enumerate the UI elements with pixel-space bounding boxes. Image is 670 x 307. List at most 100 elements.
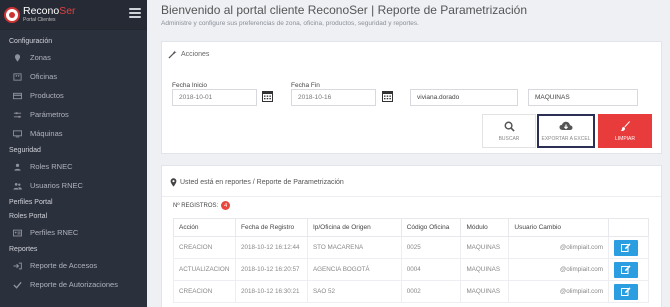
- report-panel: Usted está en reportes / Reporte de Para…: [161, 165, 662, 307]
- sidebar-section-title: Seguridad: [9, 147, 41, 154]
- edit-button[interactable]: [613, 283, 638, 300]
- check-icon: [12, 281, 22, 289]
- table-cell: 0025: [400, 236, 462, 259]
- sidebar-item-label: Roles RNEC: [30, 162, 73, 171]
- brand-name: ReconoSer: [23, 5, 76, 18]
- sidebar-item[interactable]: Roles RNEC: [0, 157, 147, 176]
- column-header: Módulo: [460, 218, 510, 237]
- sidebar-section-title: Configuración: [9, 38, 53, 45]
- acciones-title: Acciones: [181, 51, 210, 58]
- usuario-input[interactable]: viviana.dorado: [410, 89, 518, 106]
- table-cell: CREACION: [173, 280, 236, 303]
- edit-icon: [620, 287, 631, 296]
- sidebar-item-label: Reporte de Autorizaciones: [30, 280, 118, 289]
- table-cell: MAQUINAS: [460, 236, 510, 259]
- column-header: Código Oficina: [400, 218, 462, 237]
- table-cell: [607, 236, 650, 259]
- sidebar-item[interactable]: Reporte de Autorizaciones: [0, 275, 147, 294]
- sidebar-nav: Configuración Zonas Oficinas Productos Parám…: [0, 30, 147, 294]
- exportar-excel-button[interactable]: EXPORTAR A EXCEL: [537, 114, 595, 148]
- table-cell: SAO 52: [306, 280, 402, 303]
- table-cell: [607, 258, 650, 281]
- table-body: CREACION 2018-10-12 16:12:44 STO MACARENA 0…: [173, 236, 650, 303]
- table-cell: @olimpiait.com: [508, 236, 609, 259]
- sidebar-item[interactable]: Oficinas: [0, 67, 147, 86]
- brand[interactable]: ReconoSer Portal Clientes: [0, 0, 147, 30]
- sign-in-icon: [12, 262, 22, 270]
- edit-icon: [620, 265, 631, 274]
- calendar-icon[interactable]: [262, 90, 273, 102]
- building-icon: [12, 72, 22, 81]
- table-row: CREACION 2018-10-12 16:30:21 SAO 52 0002 MAQ…: [173, 280, 650, 303]
- sidebar-section-title[interactable]: Perfiles Portal: [0, 195, 147, 209]
- calendar-icon[interactable]: [382, 90, 393, 102]
- monitor-icon: [12, 129, 22, 138]
- table-cell: [607, 280, 650, 303]
- report-table: Acción Fecha de Registro Ip/Oficina de Ori…: [173, 218, 650, 303]
- sliders-icon: [12, 111, 22, 119]
- sidebar-section-title: Reportes: [9, 246, 38, 253]
- sidebar-item-label: Oficinas: [30, 72, 58, 81]
- page-title: Bienvenido al portal cliente ReconoSer |…: [161, 3, 527, 17]
- edit-icon: [620, 243, 631, 252]
- sidebar-item-label: Productos: [30, 91, 64, 100]
- buscar-button[interactable]: BUSCAR: [482, 114, 536, 148]
- cloud-download-icon: [559, 121, 573, 130]
- table-cell: AGENCIA BOGOTÁ: [306, 258, 402, 281]
- table-header-row: Acción Fecha de Registro Ip/Oficina de Ori…: [173, 218, 650, 237]
- menu-toggle-icon[interactable]: [129, 8, 141, 18]
- sidebar-item-label: Reporte de Accesos: [30, 261, 98, 270]
- fecha-fin-input[interactable]: 2018-10-16: [291, 89, 376, 106]
- user-icon: [12, 163, 22, 171]
- table-cell: MAQUINAS: [460, 280, 510, 303]
- sidebar-item-label: Usuarios RNEC: [30, 181, 83, 190]
- edit-button[interactable]: [613, 239, 638, 256]
- users-icon: [12, 182, 22, 190]
- card-icon: [12, 92, 22, 100]
- registros-count: Nº REGISTROS: 4: [173, 201, 231, 210]
- fecha-fin-label: Fecha Fin: [291, 82, 320, 89]
- sidebar-section-title: Roles Portal: [9, 213, 48, 220]
- sidebar-item[interactable]: Zonas: [0, 48, 147, 67]
- table-cell: CREACION: [173, 236, 236, 259]
- table-row: CREACION 2018-10-12 16:12:44 STO MACARENA 0…: [173, 236, 650, 259]
- paint-brush-icon: [620, 120, 630, 131]
- id-card-icon: [12, 229, 22, 237]
- brand-subtitle: Portal Clientes: [23, 16, 56, 23]
- page-subtitle: Administre y configure sus preferencias …: [161, 20, 419, 27]
- table-cell: 2018-10-12 16:20:57: [234, 258, 308, 281]
- report-breadcrumb: Usted está en reportes / Reporte de Para…: [180, 179, 344, 186]
- column-header: Ip/Oficina de Origen: [306, 218, 402, 237]
- limpiar-button[interactable]: LIMPIAR: [598, 114, 652, 148]
- map-marker-icon: [12, 53, 22, 62]
- fecha-inicio-input[interactable]: 2018-10-01: [172, 89, 257, 106]
- sidebar-item-label: Zonas: [30, 53, 51, 62]
- map-marker-icon: [170, 178, 177, 187]
- table-cell: 2018-10-12 16:12:44: [234, 236, 308, 259]
- column-header: [607, 218, 650, 237]
- sidebar-item[interactable]: Usuarios RNEC: [0, 176, 147, 195]
- table-cell: MAQUINAS: [460, 258, 510, 281]
- table-cell: @olimpiait.com: [508, 280, 609, 303]
- table-cell: STO MACARENA: [306, 236, 402, 259]
- divider: [162, 196, 661, 197]
- table-cell: 0004: [400, 258, 462, 281]
- modulo-input[interactable]: MAQUINAS: [528, 89, 638, 106]
- edit-button[interactable]: [613, 261, 638, 278]
- search-icon: [504, 121, 515, 132]
- sidebar-item[interactable]: Reporte de Accesos: [0, 256, 147, 275]
- sidebar-item[interactable]: Parámetros: [0, 105, 147, 124]
- fecha-inicio-label: Fecha Inicio: [172, 82, 208, 89]
- reconoser-logo-icon: [4, 6, 20, 23]
- sidebar: ReconoSer Portal Clientes Configuración Z…: [0, 0, 147, 307]
- sidebar-item[interactable]: Máquinas: [0, 124, 147, 143]
- column-header: Acción: [173, 218, 236, 237]
- sidebar-item[interactable]: Perfiles RNEC: [0, 223, 147, 242]
- table-row: ACTUALIZACION 2018-10-12 16:20:57 AGENCIA …: [173, 258, 650, 281]
- acciones-panel: Acciones Fecha Inicio 2018-10-01 Fecha F…: [161, 41, 662, 154]
- sidebar-item-label: Máquinas: [30, 129, 63, 138]
- magic-wand-icon: [168, 50, 177, 59]
- sidebar-item[interactable]: Productos: [0, 86, 147, 105]
- table-cell: ACTUALIZACION: [173, 258, 236, 281]
- sidebar-item-label: Perfiles RNEC: [30, 228, 79, 237]
